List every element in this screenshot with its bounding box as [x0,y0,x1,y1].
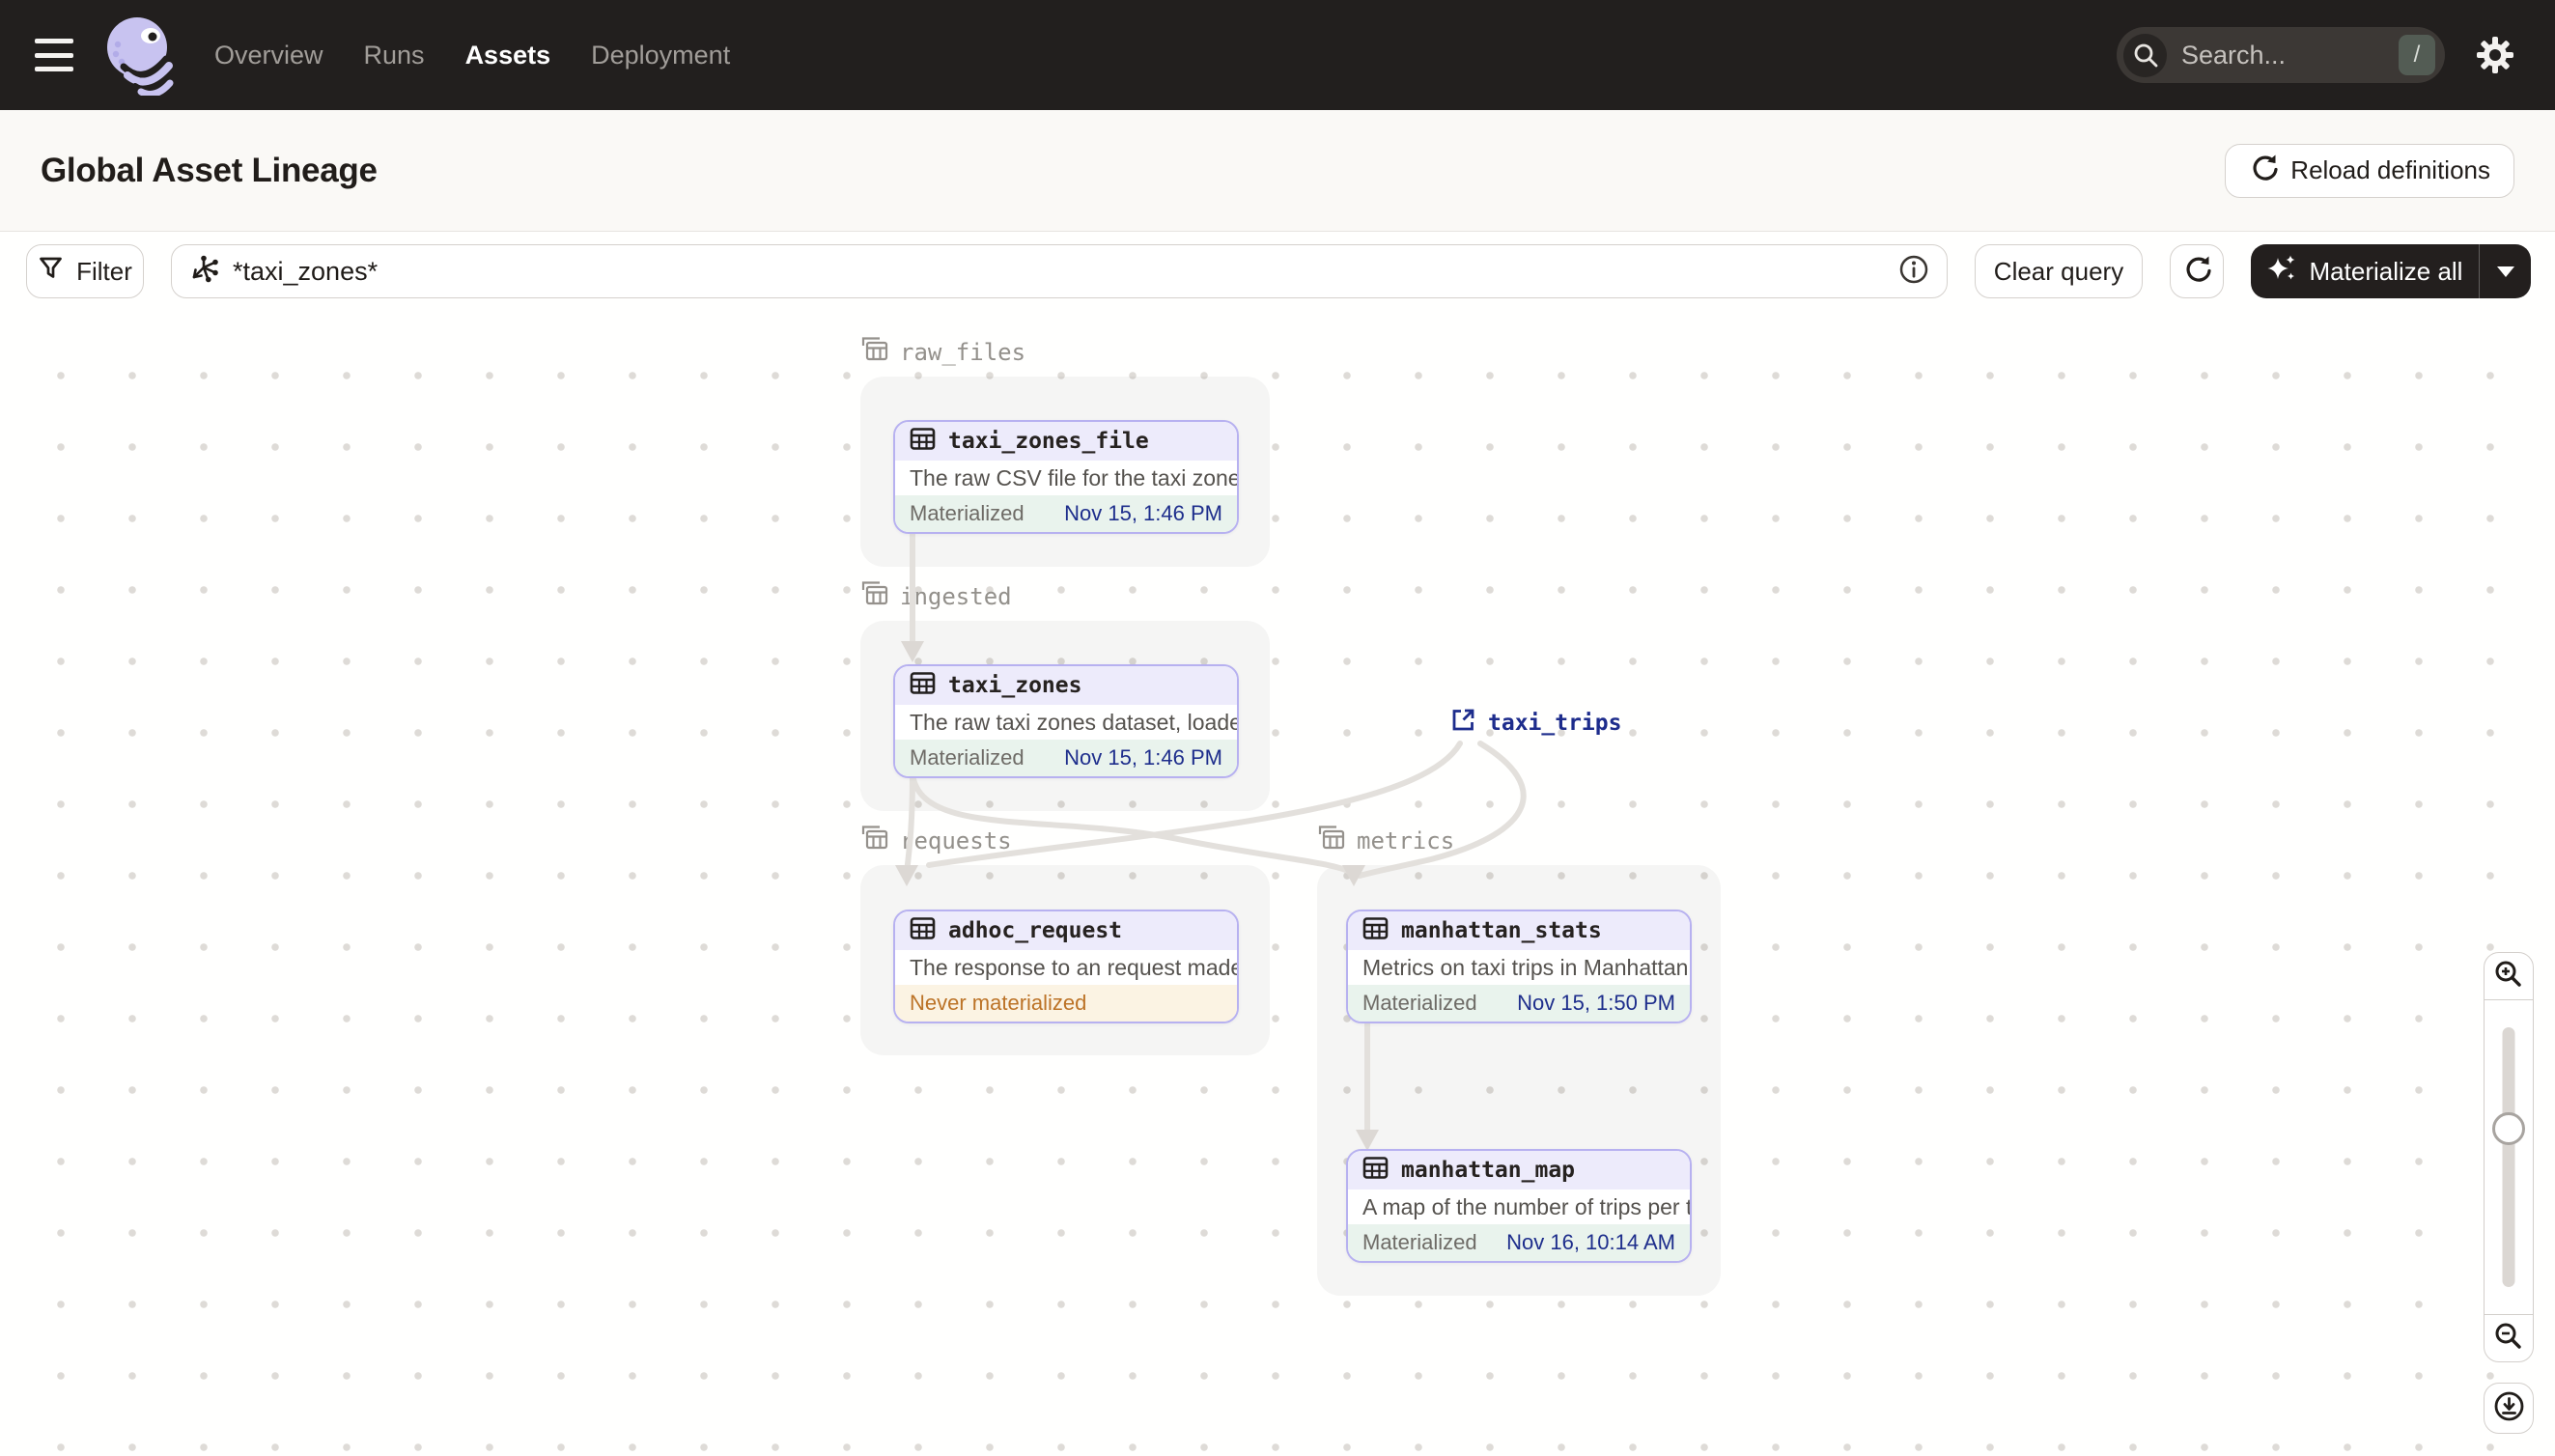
clear-query-button[interactable]: Clear query [1975,244,2143,298]
sparkle-icon [2267,254,2296,290]
reload-definitions-label: Reload definitions [2290,155,2490,184]
materialize-all-button[interactable]: Materialize all [2251,244,2479,298]
download-graph-button[interactable] [2484,1383,2534,1434]
materialize-options-button[interactable] [2479,244,2531,298]
asset-name: manhattan_map [1401,1158,1576,1183]
nav-tab-runs[interactable]: Runs [364,41,425,70]
search-icon [2123,33,2167,77]
asset-description: A map of the number of trips per taxi z.… [1348,1190,1690,1224]
gear-icon[interactable] [2474,34,2516,76]
page-title: Global Asset Lineage [41,151,378,189]
search-input[interactable] [2167,40,2399,70]
status-label: Materialized [1362,1230,1477,1254]
caret-down-icon [2496,266,2514,286]
zoom-out-icon [2493,1321,2524,1357]
zoom-controls [2484,952,2534,1434]
asset-status-bar: Materialized Nov 16, 10:14 AM [1348,1224,1690,1261]
materialization-timestamp: Nov 15, 1:46 PM [1064,745,1222,770]
filter-label: Filter [76,256,132,286]
download-icon [2493,1390,2525,1427]
status-label: Materialized [910,501,1025,525]
asset-graph-query-icon [189,255,219,288]
materialization-timestamp: Nov 16, 10:14 AM [1506,1230,1675,1254]
asset-status-bar: Never materialized [895,985,1237,1022]
clear-query-label: Clear query [1993,256,2124,286]
asset-node-header: taxi_zones_file [895,422,1237,461]
dagster-logo[interactable] [104,14,174,96]
asset-description: The raw taxi zones dataset, loaded int..… [895,705,1237,740]
asset-query-input[interactable] [233,256,1885,287]
nav-tab-assets[interactable]: Assets [465,41,551,70]
asset-node-manhattan-map[interactable]: manhattan_map A map of the number of tri… [1346,1149,1692,1263]
lineage-panel: Filter *taxi_zones* Clear query Material… [0,232,2555,1456]
asset-name: taxi_zones [948,673,1082,698]
asset-status-bar: Materialized Nov 15, 1:46 PM [895,740,1237,776]
asset-query-box [171,244,1948,298]
zoom-in-icon [2493,959,2524,994]
info-icon[interactable] [1898,254,1929,290]
table-icon [910,671,936,700]
table-icon [1362,1156,1389,1185]
asset-status-bar: Materialized Nov 15, 1:46 PM [895,495,1237,532]
materialize-all-label: Materialize all [2309,256,2463,286]
materialize-all-split-button: Materialize all [2251,244,2531,298]
materialization-timestamp: Nov 15, 1:46 PM [1064,501,1222,525]
asset-node-header: manhattan_map [1348,1151,1690,1190]
nav-tab-overview[interactable]: Overview [214,41,323,70]
materialization-timestamp: Nov 15, 1:50 PM [1517,991,1675,1015]
zoom-slider-handle[interactable] [2492,1112,2525,1145]
search-shortcut-badge: / [2399,35,2435,75]
top-nav: Overview Runs Assets Deployment / [0,0,2555,110]
lineage-canvas[interactable]: raw_files ingested requests metrics taxi… [0,328,2555,1456]
external-link-icon [1450,707,1476,739]
asset-name: manhattan_stats [1401,918,1602,943]
zoom-slider-track [2502,1027,2515,1287]
asset-name: taxi_zones_file [948,429,1149,454]
refresh-icon [2182,254,2211,290]
external-asset-name: taxi_trips [1488,710,1622,736]
external-asset-taxi-trips[interactable]: taxi_trips [1450,707,1621,739]
status-label: Never materialized [910,991,1087,1015]
table-icon [910,427,936,456]
asset-node-adhoc-request[interactable]: adhoc_request The response to an request… [893,910,1239,1023]
asset-node-taxi-zones[interactable]: taxi_zones The raw taxi zones dataset, l… [893,664,1239,778]
asset-description: The raw CSV file for the taxi zones dat.… [895,461,1237,495]
table-icon [1362,916,1389,945]
page-header: Global Asset Lineage Reload definitions [0,110,2555,232]
primary-nav: Overview Runs Assets Deployment [214,41,730,70]
zoom-in-button[interactable] [2484,952,2534,1000]
global-search[interactable]: / [2117,27,2445,83]
asset-node-taxi-zones-file[interactable]: taxi_zones_file The raw CSV file for the… [893,420,1239,534]
status-label: Materialized [910,745,1025,770]
refresh-graph-button[interactable] [2170,244,2224,298]
refresh-icon [2249,153,2278,188]
asset-node-header: taxi_zones [895,666,1237,705]
status-label: Materialized [1362,991,1477,1015]
lineage-edges [895,527,1527,1151]
nav-tab-deployment[interactable]: Deployment [591,41,730,70]
asset-description: The response to an request made in th... [895,950,1237,985]
asset-name: adhoc_request [948,918,1123,943]
asset-status-bar: Materialized Nov 15, 1:50 PM [1348,985,1690,1022]
filter-button[interactable]: Filter [26,244,144,298]
asset-description: Metrics on taxi trips in Manhattan [1348,950,1690,985]
reload-definitions-button[interactable]: Reload definitions [2225,143,2514,198]
menu-icon[interactable] [35,39,75,71]
asset-node-header: manhattan_stats [1348,911,1690,950]
lineage-toolbar: Filter *taxi_zones* Clear query Material… [26,244,2531,298]
asset-node-manhattan-stats[interactable]: manhattan_stats Metrics on taxi trips in… [1346,910,1692,1023]
zoom-slider [2484,1000,2534,1314]
filter-icon [38,255,64,288]
asset-node-header: adhoc_request [895,911,1237,950]
zoom-out-button[interactable] [2484,1314,2534,1362]
table-icon [910,916,936,945]
